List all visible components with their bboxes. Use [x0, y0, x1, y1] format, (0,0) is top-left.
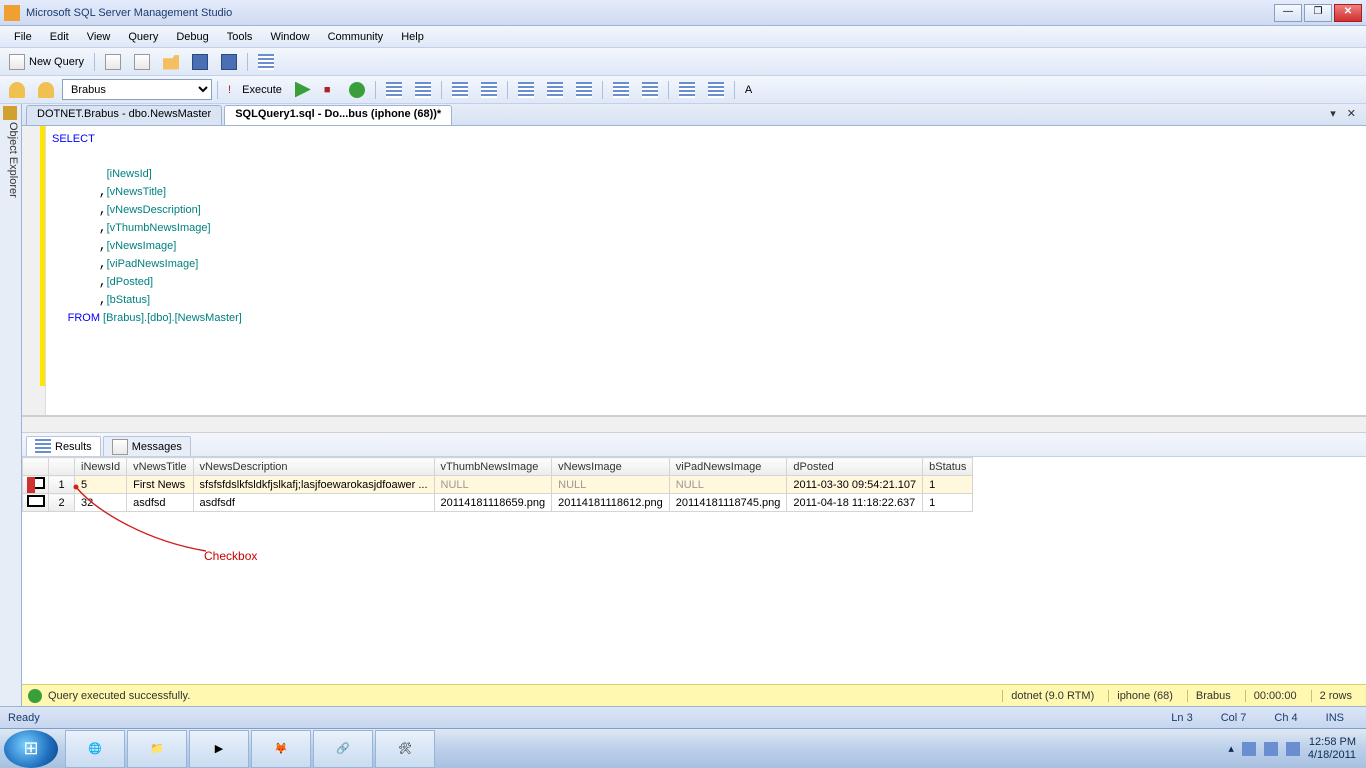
new-query-icon: [9, 54, 25, 70]
menu-window[interactable]: Window: [262, 29, 317, 45]
results-file-icon[interactable]: [571, 79, 597, 101]
status-rows: 2 rows: [1311, 690, 1360, 702]
object-explorer-tab[interactable]: Object Explorer: [0, 104, 22, 706]
new-file-icon[interactable]: [100, 51, 126, 73]
increase-indent-icon[interactable]: [703, 79, 729, 101]
task-explorer[interactable]: 📁: [127, 730, 187, 768]
menu-file[interactable]: File: [6, 29, 40, 45]
task-media[interactable]: ▶: [189, 730, 249, 768]
status-line: Ln 3: [1157, 712, 1206, 724]
start-button[interactable]: ⊞: [4, 730, 58, 768]
workspace: Object Explorer DOTNET.Brabus - dbo.News…: [0, 104, 1366, 706]
menu-tools[interactable]: Tools: [219, 29, 261, 45]
menu-help[interactable]: Help: [393, 29, 432, 45]
menu-community[interactable]: Community: [320, 29, 392, 45]
tray-network-icon[interactable]: [1264, 742, 1278, 756]
new-query-label: New Query: [29, 56, 84, 68]
system-tray[interactable]: ▴ 12:58 PM 4/18/2011: [1222, 736, 1362, 762]
save-all-icon[interactable]: [216, 51, 242, 73]
results-icon: [35, 439, 51, 455]
menu-view[interactable]: View: [79, 29, 119, 45]
display-plan-icon[interactable]: [381, 79, 407, 101]
task-firefox[interactable]: 🦊: [251, 730, 311, 768]
sql-editor[interactable]: SELECT [iNewsId] ,[vNewsTitle] ,[vNewsDe…: [46, 126, 1366, 415]
design-query-icon[interactable]: [410, 79, 436, 101]
open-icon[interactable]: [158, 51, 184, 73]
pin-icon[interactable]: [3, 106, 17, 120]
status-user: iphone (68): [1108, 690, 1181, 702]
results-table: iNewsIdvNewsTitlevNewsDescriptionvThumbN…: [22, 457, 973, 512]
messages-icon: [112, 439, 128, 455]
comment-icon[interactable]: [608, 79, 634, 101]
status-ch: Ch 4: [1260, 712, 1311, 724]
editor-margin: [22, 126, 46, 415]
new-query-button[interactable]: New Query: [4, 51, 89, 73]
uncomment-icon[interactable]: [637, 79, 663, 101]
task-app1[interactable]: 🔗: [313, 730, 373, 768]
status-message: Query executed successfully.: [48, 690, 190, 702]
include-plan-icon[interactable]: [447, 79, 473, 101]
tray-volume-icon[interactable]: [1286, 742, 1300, 756]
stop-icon[interactable]: ■: [319, 79, 341, 101]
tab-messages[interactable]: Messages: [103, 436, 191, 456]
task-ie[interactable]: 🌐: [65, 730, 125, 768]
status-db: Brabus: [1187, 690, 1239, 702]
result-tabs: Results Messages: [22, 433, 1366, 457]
decrease-indent-icon[interactable]: [674, 79, 700, 101]
results-grid-icon[interactable]: [542, 79, 568, 101]
status-server: dotnet (9.0 RTM): [1002, 690, 1102, 702]
database-selector[interactable]: Brabus: [62, 79, 212, 100]
tray-chevron-icon[interactable]: ▴: [1228, 742, 1234, 755]
app-title: Microsoft SQL Server Management Studio: [26, 7, 1274, 19]
tab-results[interactable]: Results: [26, 436, 101, 456]
app-icon: [4, 5, 20, 21]
ide-status-bar: Ready Ln 3 Col 7 Ch 4 INS: [0, 706, 1366, 728]
new-project-icon[interactable]: [129, 51, 155, 73]
toolbar-standard: New Query: [0, 48, 1366, 76]
parse-icon[interactable]: [344, 79, 370, 101]
main-area: DOTNET.Brabus - dbo.NewsMaster SQLQuery1…: [22, 104, 1366, 706]
activity-monitor-icon[interactable]: [253, 51, 279, 73]
tab-table-designer[interactable]: DOTNET.Brabus - dbo.NewsMaster: [26, 105, 222, 125]
annotation-checkbox: Checkbox: [204, 549, 257, 563]
menubar: File Edit View Query Debug Tools Window …: [0, 26, 1366, 48]
menu-edit[interactable]: Edit: [42, 29, 77, 45]
task-ssms[interactable]: 🛠: [375, 730, 435, 768]
menu-debug[interactable]: Debug: [168, 29, 216, 45]
object-explorer-label: Object Explorer: [7, 122, 19, 198]
tab-controls[interactable]: ▾ ✕: [1330, 107, 1360, 120]
status-ins: INS: [1312, 712, 1358, 724]
taskbar: ⊞ 🌐 📁 ▶ 🦊 🔗 🛠 ▴ 12:58 PM 4/18/2011: [0, 728, 1366, 768]
close-button[interactable]: ✕: [1334, 4, 1362, 22]
specify-values-icon[interactable]: A: [740, 79, 762, 101]
titlebar: Microsoft SQL Server Management Studio —…: [0, 0, 1366, 26]
clock[interactable]: 12:58 PM 4/18/2011: [1308, 736, 1356, 762]
status-col: Col 7: [1207, 712, 1261, 724]
status-time: 00:00:00: [1245, 690, 1305, 702]
toolbar-sql: Brabus ! Execute ■ A: [0, 76, 1366, 104]
query-status-bar: Query executed successfully. dotnet (9.0…: [22, 684, 1366, 706]
status-ready: Ready: [8, 712, 40, 724]
document-tabs: DOTNET.Brabus - dbo.NewsMaster SQLQuery1…: [22, 104, 1366, 126]
success-icon: [28, 689, 42, 703]
save-icon[interactable]: [187, 51, 213, 73]
window-controls: — ❐ ✕: [1274, 4, 1362, 22]
tray-flag-icon[interactable]: [1242, 742, 1256, 756]
change-connection-icon[interactable]: [4, 79, 30, 101]
editor-hscrollbar[interactable]: [22, 416, 1366, 433]
available-db-icon[interactable]: [33, 79, 59, 101]
debug-icon[interactable]: [290, 79, 316, 101]
results-text-icon[interactable]: [513, 79, 539, 101]
execute-label: Execute: [242, 84, 282, 96]
execute-button[interactable]: ! Execute: [223, 79, 287, 101]
include-stats-icon[interactable]: [476, 79, 502, 101]
results-grid[interactable]: iNewsIdvNewsTitlevNewsDescriptionvThumbN…: [22, 457, 1366, 684]
tab-sql-query[interactable]: SQLQuery1.sql - Do...bus (iphone (68))*: [224, 105, 452, 125]
maximize-button[interactable]: ❐: [1304, 4, 1332, 22]
editor-pane: SELECT [iNewsId] ,[vNewsTitle] ,[vNewsDe…: [22, 126, 1366, 416]
menu-query[interactable]: Query: [120, 29, 166, 45]
minimize-button[interactable]: —: [1274, 4, 1302, 22]
